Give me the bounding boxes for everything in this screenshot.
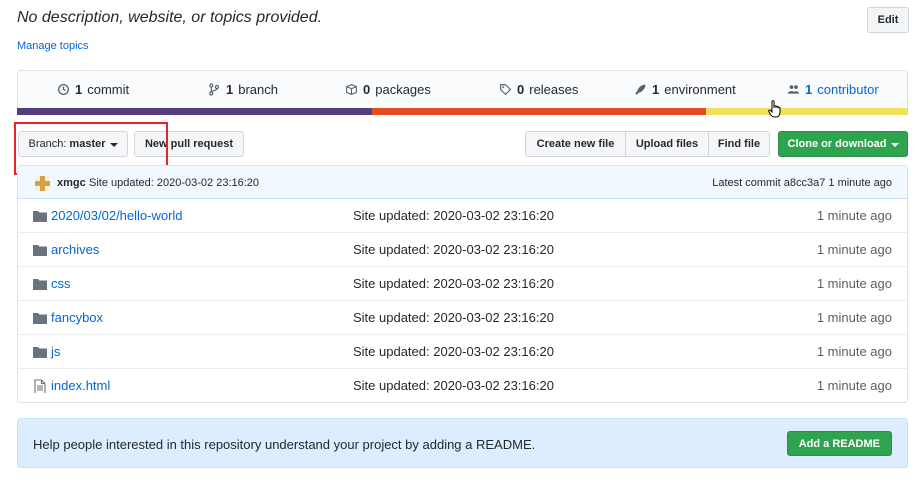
stat-contributors-label: contributor [817,82,879,97]
hand-cursor-icon [768,100,781,118]
file-icon [34,379,46,393]
file-name-link[interactable]: 2020/03/02/hello-world [51,208,183,223]
stat-branches[interactable]: 1 branch [208,82,278,97]
people-icon [787,85,800,94]
stat-branches-count: 1 [226,82,234,97]
package-icon [346,84,357,95]
file-commit-message[interactable]: Site updated: 2020-03-02 23:16:20 [353,378,554,393]
file-age: 1 minute ago [816,378,892,393]
stat-packages[interactable]: 0 packages [345,82,431,97]
file-age: 1 minute ago [816,310,892,325]
find-file-button[interactable]: Find file [708,131,770,157]
tag-icon [500,84,512,96]
folder-icon [33,279,47,290]
history-icon [57,83,70,96]
stat-environments[interactable]: 1 environment [634,82,736,97]
upload-files-button[interactable]: Upload files [625,131,709,157]
file-name-link[interactable]: css [51,276,71,291]
latest-commit-age: 1 minute ago [828,177,892,189]
file-commit-message[interactable]: Site updated: 2020-03-02 23:16:20 [353,208,554,223]
file-name-link[interactable]: index.html [51,378,110,393]
language-segment-2 [371,108,706,115]
language-segment-1 [17,108,372,115]
latest-commit-prefix: Latest commit [712,177,781,189]
manage-topics-link[interactable]: Manage topics [17,40,89,52]
stat-packages-label: packages [375,82,431,97]
folder-icon [33,347,47,358]
chevron-down-icon [890,142,899,147]
file-name-link[interactable]: js [51,344,60,359]
file-row: index.html Site updated: 2020-03-02 23:1… [18,369,907,402]
stat-commits-count: 1 [75,82,83,97]
stat-releases-label: releases [529,82,579,97]
clone-or-download-button[interactable]: Clone or download [778,131,908,157]
stat-commits-label: commit [87,82,130,97]
readme-prompt: Help people interested in this repositor… [17,418,908,468]
language-segment-3 [705,108,908,115]
stat-commits[interactable]: 1 commit [57,82,129,97]
create-new-file-button[interactable]: Create new file [525,131,626,157]
repo-description: No description, website, or topics provi… [17,9,323,26]
file-commit-message[interactable]: Site updated: 2020-03-02 23:16:20 [353,310,554,325]
file-row: archives Site updated: 2020-03-02 23:16:… [18,233,907,267]
file-age: 1 minute ago [816,242,892,257]
folder-icon [33,245,47,256]
avatar[interactable] [35,176,50,191]
stat-environments-count: 1 [652,82,660,97]
file-commit-message[interactable]: Site updated: 2020-03-02 23:16:20 [353,344,554,359]
file-row: css Site updated: 2020-03-02 23:16:20 1 … [18,267,907,301]
stat-contributors[interactable]: 1 contributor [787,82,879,97]
add-readme-button[interactable]: Add a README [786,431,892,456]
commit-message[interactable]: Site updated: 2020-03-02 23:16:20 [89,177,259,189]
edit-button[interactable]: Edit [867,7,909,33]
file-age: 1 minute ago [816,276,892,291]
stat-branches-label: branch [238,82,278,97]
readme-prompt-text: Help people interested in this repositor… [33,437,536,452]
clone-or-download-label: Clone or download [787,138,887,150]
commit-sha-link[interactable]: a8cc3a7 [784,177,826,189]
file-list: xmgc Site updated: 2020-03-02 23:16:20 L… [17,165,908,403]
file-row: 2020/03/02/hello-world Site updated: 202… [18,199,907,233]
branch-icon [209,83,219,96]
latest-commit-info: Latest commit a8cc3a7 1 minute ago [712,177,892,189]
file-name-link[interactable]: archives [51,242,99,257]
stat-releases-count: 0 [517,82,525,97]
file-row: js Site updated: 2020-03-02 23:16:20 1 m… [18,335,907,369]
stat-environments-label: environment [664,82,736,97]
rocket-icon [635,84,646,95]
file-age: 1 minute ago [816,344,892,359]
commit-author-link[interactable]: xmgc [57,177,86,189]
folder-icon [33,313,47,324]
file-row: fancybox Site updated: 2020-03-02 23:16:… [18,301,907,335]
file-commit-message[interactable]: Site updated: 2020-03-02 23:16:20 [353,276,554,291]
stat-packages-count: 0 [363,82,371,97]
file-age: 1 minute ago [816,208,892,223]
latest-commit-bar: xmgc Site updated: 2020-03-02 23:16:20 L… [18,166,907,199]
stat-releases[interactable]: 0 releases [499,82,578,97]
stat-contributors-count: 1 [805,82,813,97]
file-name-link[interactable]: fancybox [51,310,103,325]
folder-icon [33,211,47,222]
file-commit-message[interactable]: Site updated: 2020-03-02 23:16:20 [353,242,554,257]
